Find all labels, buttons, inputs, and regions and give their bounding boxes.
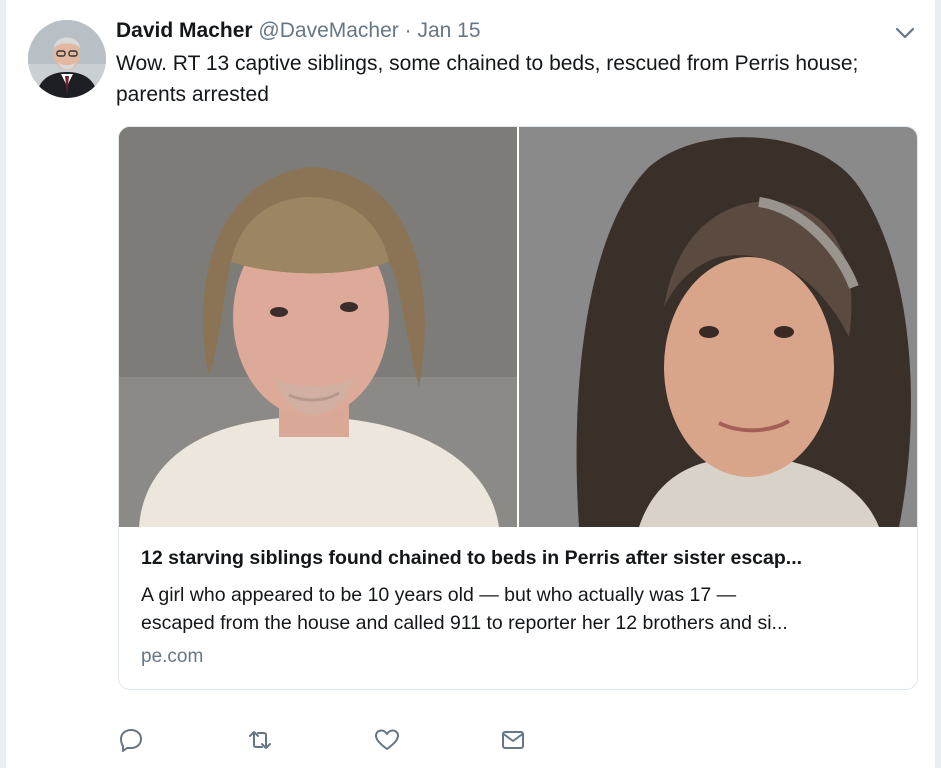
reply-icon[interactable] xyxy=(113,722,149,758)
retweet-icon[interactable] xyxy=(242,722,278,758)
card-description: A girl who appeared to be 10 years old —… xyxy=(141,581,897,637)
tweet[interactable]: David Macher @DaveMacher · Jan 15 Wow. R… xyxy=(6,0,935,768)
author-name[interactable]: David Macher xyxy=(116,19,253,42)
heart-icon[interactable] xyxy=(369,722,405,758)
card-body: 12 starving siblings found chained to be… xyxy=(141,545,897,669)
action-bar xyxy=(6,722,935,758)
tweet-date[interactable]: Jan 15 xyxy=(417,19,480,42)
link-card[interactable]: 12 starving siblings found chained to be… xyxy=(118,126,918,690)
tweet-text: Wow. RT 13 captive siblings, some chaine… xyxy=(116,52,859,106)
envelope-icon[interactable] xyxy=(495,722,531,758)
chevron-down-icon[interactable] xyxy=(892,22,918,44)
tweet-header: David Macher @DaveMacher · Jan 15 xyxy=(116,18,481,44)
separator-dot: · xyxy=(404,19,412,42)
avatar[interactable] xyxy=(28,20,106,98)
card-description-line-1: A girl who appeared to be 10 years old —… xyxy=(141,584,737,606)
author-handle[interactable]: @DaveMacher xyxy=(258,19,398,42)
card-title[interactable]: 12 starving siblings found chained to be… xyxy=(141,545,897,571)
card-domain[interactable]: pe.com xyxy=(141,645,897,669)
card-image xyxy=(119,127,917,527)
avatar-image xyxy=(28,20,106,98)
card-description-line-2: escaped from the house and called 911 to… xyxy=(141,612,788,634)
